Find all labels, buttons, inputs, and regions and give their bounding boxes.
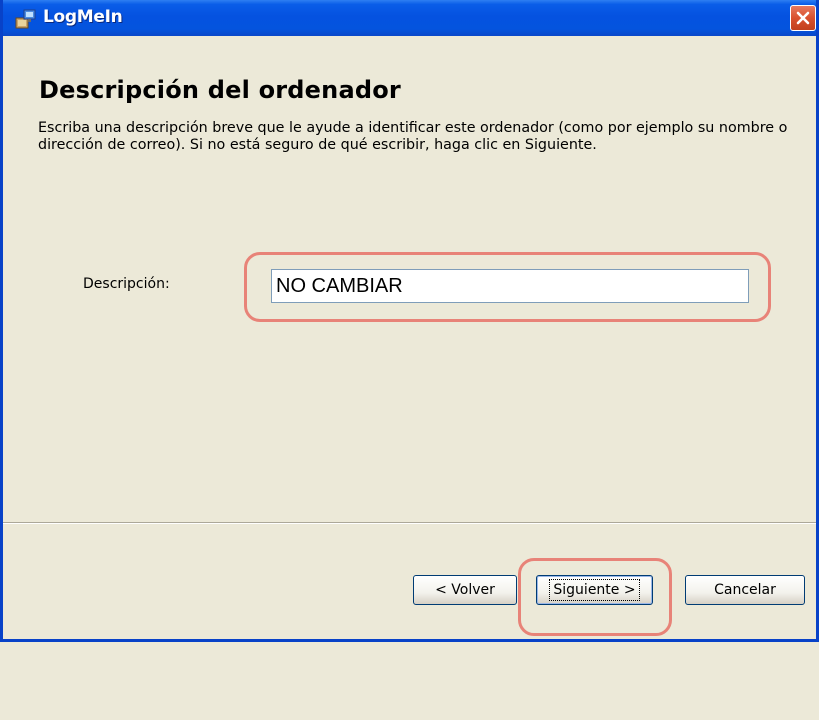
description-highlight-annotation bbox=[244, 252, 771, 322]
logmein-installer-icon bbox=[15, 8, 37, 30]
wizard-content: Descripción del ordenador Escriba una de… bbox=[3, 36, 816, 720]
next-highlight-annotation bbox=[518, 558, 672, 636]
page-title: Descripción del ordenador bbox=[39, 76, 401, 104]
instructions-text: Escriba una descripción breve que le ayu… bbox=[38, 120, 788, 153]
description-label: Descripción: bbox=[83, 276, 170, 292]
installer-window: LogMeIn Descripción del ordenador Escrib… bbox=[0, 0, 819, 642]
window-title: LogMeIn bbox=[43, 7, 123, 27]
cancel-button[interactable]: Cancelar bbox=[685, 575, 805, 605]
close-icon bbox=[796, 11, 810, 25]
footer-separator bbox=[3, 522, 816, 524]
back-button[interactable]: < Volver bbox=[413, 575, 517, 605]
close-button[interactable] bbox=[790, 5, 816, 31]
title-bar[interactable]: LogMeIn bbox=[3, 0, 816, 36]
